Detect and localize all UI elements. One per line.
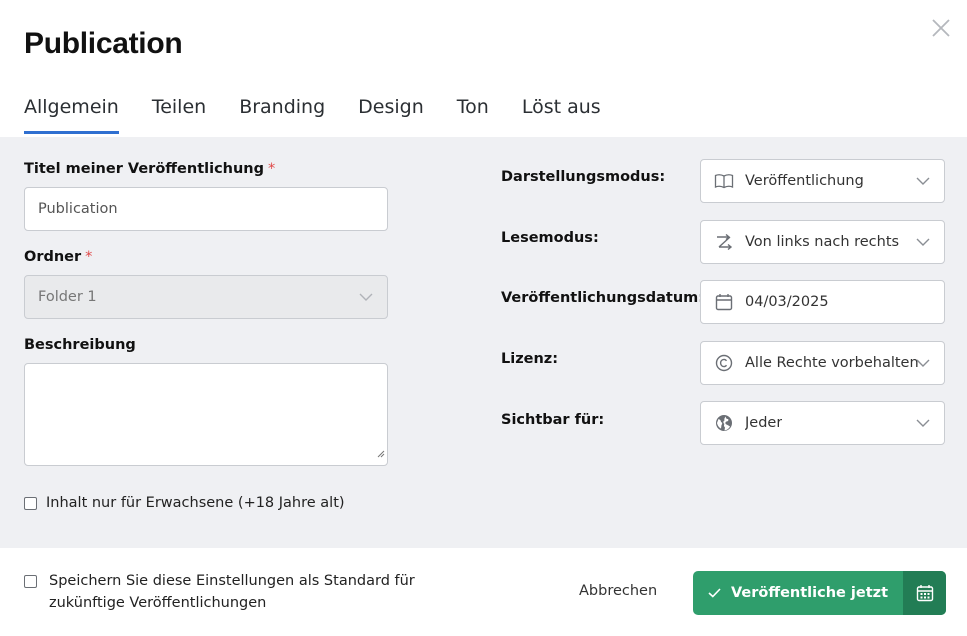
reading-mode-select[interactable]: Von links nach rechts xyxy=(700,220,945,264)
dialog-footer: Speichern Sie diese Einstellungen als St… xyxy=(0,548,967,636)
description-textarea[interactable] xyxy=(24,363,388,466)
save-default-label: Speichern Sie diese Einstellungen als St… xyxy=(49,573,415,611)
close-icon[interactable] xyxy=(929,16,953,40)
chevron-down-icon xyxy=(916,234,930,250)
folder-select-value: Folder 1 xyxy=(38,289,97,305)
globe-icon xyxy=(714,413,734,433)
title-field-label: Titel meiner Veröffentlichung * xyxy=(24,161,275,177)
description-label: Beschreibung xyxy=(24,337,136,353)
tab-bar: Allgemein Teilen Branding Design Ton Lös… xyxy=(24,96,634,134)
title-input-value: Publication xyxy=(38,201,118,217)
tab-allgemein[interactable]: Allgemein xyxy=(24,96,119,134)
license-value: Alle Rechte vorbehalten xyxy=(745,355,919,371)
copyright-icon xyxy=(714,353,734,373)
tab-branding[interactable]: Branding xyxy=(239,96,325,131)
required-marker: * xyxy=(268,161,276,177)
tab-loest-aus[interactable]: Löst aus xyxy=(522,96,601,131)
visibility-label: Sichtbar für: xyxy=(501,412,605,428)
visibility-value: Jeder xyxy=(745,415,783,431)
publication-date-label: Veröffentlichungsdatum: xyxy=(501,290,705,306)
chevron-down-icon xyxy=(916,415,930,431)
dialog-header: Publication Allgemein Teilen Branding De… xyxy=(0,0,967,137)
display-mode-label: Darstellungsmodus: xyxy=(501,169,666,185)
adult-content-option[interactable]: Inhalt nur für Erwachsene (+18 Jahre alt… xyxy=(24,495,345,511)
publication-dialog: Publication Allgemein Teilen Branding De… xyxy=(0,0,967,636)
license-label: Lizenz: xyxy=(501,351,559,367)
resize-handle-icon[interactable] xyxy=(377,445,385,463)
display-mode-value: Veröffentlichung xyxy=(745,173,864,189)
visibility-select[interactable]: Jeder xyxy=(700,401,945,445)
chevron-down-icon xyxy=(359,289,373,305)
calendar-icon xyxy=(714,292,734,312)
book-icon xyxy=(714,171,734,191)
folder-select[interactable]: Folder 1 xyxy=(24,275,388,319)
calendar-icon xyxy=(916,584,934,602)
folder-label-text: Ordner xyxy=(24,249,82,265)
save-default-option[interactable]: Speichern Sie diese Einstellungen als St… xyxy=(24,570,444,614)
tab-teilen[interactable]: Teilen xyxy=(152,96,206,131)
publication-date-value: 04/03/2025 xyxy=(745,294,829,310)
tab-ton[interactable]: Ton xyxy=(457,96,489,131)
adult-content-label: Inhalt nur für Erwachsene (+18 Jahre alt… xyxy=(46,495,345,511)
chevron-down-icon xyxy=(916,173,930,189)
publish-now-label: Veröffentliche jetzt xyxy=(730,585,889,601)
adult-content-checkbox[interactable] xyxy=(24,496,37,510)
title-label-text: Titel meiner Veröffentlichung xyxy=(24,161,265,177)
dialog-title: Publication xyxy=(24,27,183,60)
cancel-button[interactable]: Abbrechen xyxy=(579,583,657,599)
settings-panel: Titel meiner Veröffentlichung * Publicati… xyxy=(0,137,967,548)
tab-design[interactable]: Design xyxy=(358,96,424,131)
schedule-publish-button[interactable] xyxy=(903,571,946,615)
check-icon xyxy=(708,588,721,598)
required-marker: * xyxy=(85,249,93,265)
publish-now-button[interactable]: Veröffentliche jetzt xyxy=(693,571,903,615)
license-select[interactable]: Alle Rechte vorbehalten xyxy=(700,341,945,385)
publication-date-input[interactable]: 04/03/2025 xyxy=(700,280,945,324)
save-default-checkbox[interactable] xyxy=(24,575,37,588)
folder-field-label: Ordner * xyxy=(24,249,92,265)
display-mode-select[interactable]: Veröffentlichung xyxy=(700,159,945,203)
direction-icon xyxy=(714,232,734,252)
reading-mode-value: Von links nach rechts xyxy=(745,234,900,250)
chevron-down-icon xyxy=(916,355,930,371)
reading-mode-label: Lesemodus: xyxy=(501,230,599,246)
publish-button-group: Veröffentliche jetzt xyxy=(693,571,946,615)
title-input[interactable]: Publication xyxy=(24,187,388,231)
